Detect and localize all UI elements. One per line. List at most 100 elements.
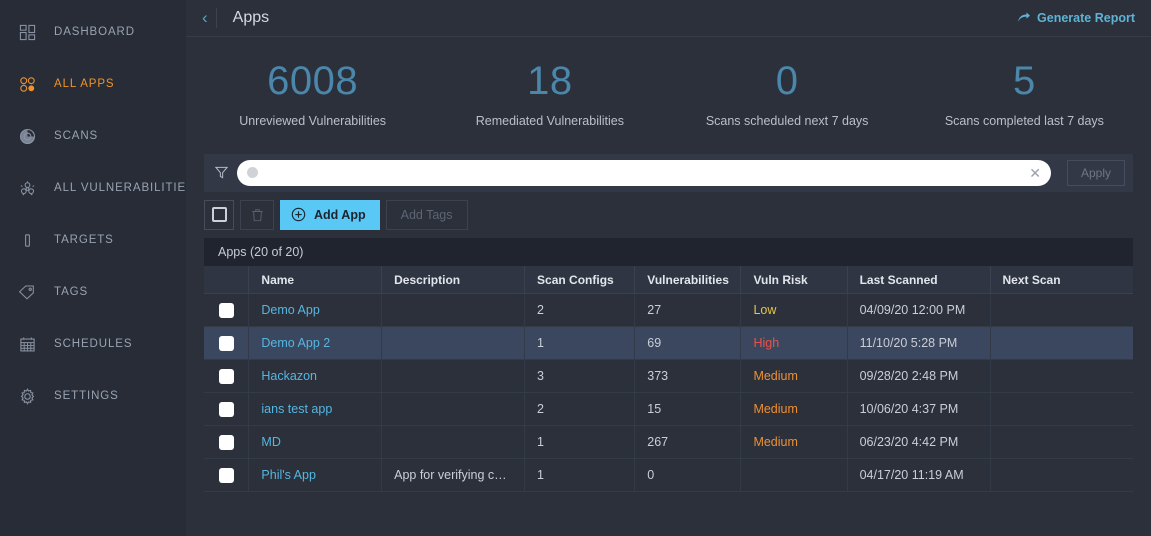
vulnerabilities-cell-text: 69 [647,336,662,351]
sidebar-item-label: DASHBOARD [54,26,135,38]
calendar-icon [12,336,42,353]
sidebar-item-label: SCHEDULES [54,338,133,350]
generate-report-button[interactable]: Generate Report [1017,11,1135,25]
row-checkbox-cell [204,425,250,460]
scan-configs-cell: 2 [524,293,636,328]
search-input[interactable] [258,165,1030,180]
vulnerabilities-cell: 69 [634,326,742,361]
row-checkbox[interactable] [218,401,234,417]
sidebar-item-targets[interactable]: TARGETS [0,214,186,266]
sidebar-item-settings[interactable]: SETTINGS [0,370,186,422]
row-checkbox-cell [204,293,250,328]
sidebar-item-schedules[interactable]: SCHEDULES [0,318,186,370]
search-token-dot [247,167,258,179]
row-checkbox[interactable] [218,368,234,384]
vulnerabilities-cell-text: 0 [647,468,655,483]
select-all-checkbox[interactable] [204,199,234,230]
apps-table-wrapper: Apps (20 of 20) Name Description Scan Conf… [204,237,1133,493]
vuln-risk-cell-text: High [753,336,780,351]
select-all-checkbox-box [211,207,227,223]
main-content: ‹ Apps Generate Report 6008 Unreviewed Vu… [186,0,1151,536]
app-name-cell: Hackazon [248,359,383,394]
column-header[interactable]: Last Scanned [847,265,991,295]
page-title: Apps [232,9,270,26]
table-row[interactable]: Demo App 2 1 69 High 11/10/20 5:28 PM [204,326,1133,361]
app-name-cell: Phil's App [248,458,383,493]
row-checkbox[interactable] [218,335,234,351]
scan-configs-cell-text: 1 [537,336,544,351]
last-scanned-cell-text: 09/28/20 2:48 PM [859,369,959,384]
gear-icon [12,387,42,405]
scan-configs-cell-text: 1 [537,435,544,450]
funnel-icon[interactable] [214,165,229,180]
sidebar-item-label: SCANS [54,130,99,142]
next-scan-cell [990,293,1133,328]
apply-filter-button[interactable]: Apply [1067,159,1125,186]
sidebar-item-dashboard[interactable]: DASHBOARD [0,6,186,58]
row-checkbox[interactable] [218,467,234,483]
scan-configs-cell-text: 2 [537,402,544,417]
stat-label: Scans scheduled next 7 days [705,113,869,128]
app-name-cell-text[interactable]: Demo App [261,303,319,317]
description-cell [381,425,526,460]
app-name-cell-text[interactable]: ians test app [261,402,332,416]
vulnerabilities-cell: 373 [634,359,742,394]
app-name-cell-text[interactable]: MD [261,435,280,449]
app-name-cell: Demo App [248,293,383,328]
scan-configs-cell: 1 [524,326,636,361]
column-header[interactable]: Vulnerabilities [634,265,742,295]
column-header[interactable]: Scan Configs [524,265,636,295]
app-name-cell-text[interactable]: Hackazon [261,369,317,383]
back-chevron-icon[interactable]: ‹ [200,9,216,28]
row-checkbox-cell [204,392,250,427]
plus-circle-icon [291,208,306,222]
last-scanned-cell: 04/17/20 11:19 AM [847,458,991,493]
app-name-cell: ians test app [248,392,383,427]
app-name-cell-text[interactable]: Phil's App [261,468,316,482]
add-tags-button[interactable]: Add Tags [385,199,468,230]
apps-dots-icon [12,76,42,93]
column-header[interactable]: Next Scan [990,265,1133,295]
next-scan-cell [990,326,1133,361]
vulnerabilities-cell: 27 [634,293,742,328]
topbar-divider [215,8,217,28]
next-scan-cell [990,425,1133,460]
column-header[interactable]: Vuln Risk [740,265,848,295]
table-row[interactable]: Phil's App App for verifying c… 1 0 04/17/20… [204,458,1133,493]
table-row[interactable]: ians test app 2 15 Medium 10/06/20 4:37 PM [204,392,1133,427]
row-checkbox[interactable] [218,302,234,318]
app-name-cell-text[interactable]: Demo App 2 [261,336,330,350]
next-scan-cell [990,458,1133,493]
filter-bar: ✕ Apply [204,153,1133,192]
topbar: ‹ Apps Generate Report [186,0,1151,37]
table-body: Demo App 2 27 Low 04/09/20 12:00 PM Demo App … [204,293,1133,493]
sidebar-item-all-apps[interactable]: ALL APPS [0,58,186,110]
stat-card: 18 Remediated Vulnerabilities [431,59,668,128]
row-checkbox[interactable] [218,434,234,450]
sidebar-item-all-vulnerabilities[interactable]: ALL VULNERABILITIES [0,162,194,214]
delete-button[interactable] [240,199,274,230]
vuln-risk-cell: Medium [740,392,848,427]
sidebar-item-tags[interactable]: TAGS [0,266,186,318]
sidebar-item-scans[interactable]: SCANS [0,110,186,162]
search-field-wrapper[interactable]: ✕ [237,159,1051,186]
table-row[interactable]: Demo App 2 27 Low 04/09/20 12:00 PM [204,293,1133,328]
target-icon [12,232,42,249]
next-scan-cell [990,392,1133,427]
description-cell-text: App for verifying c… [394,468,507,483]
column-header[interactable]: Name [248,265,383,295]
vulnerabilities-cell-text: 267 [647,435,669,450]
last-scanned-cell: 09/28/20 2:48 PM [847,359,991,394]
table-row[interactable]: Hackazon 3 373 Medium 09/28/20 2:48 PM [204,359,1133,394]
stat-value: 0 [775,59,799,103]
column-header[interactable] [204,265,250,295]
column-header[interactable]: Description [381,265,526,295]
last-scanned-cell-text: 06/23/20 4:42 PM [859,435,959,450]
add-app-button[interactable]: Add App [280,199,380,230]
last-scanned-cell: 11/10/20 5:28 PM [847,326,991,361]
stat-card: 6008 Unreviewed Vulnerabilities [194,59,431,128]
vuln-risk-cell [740,458,848,493]
action-bar: Add App Add Tags [204,199,1133,230]
clear-search-icon[interactable]: ✕ [1029,166,1041,180]
table-row[interactable]: MD 1 267 Medium 06/23/20 4:42 PM [204,425,1133,460]
